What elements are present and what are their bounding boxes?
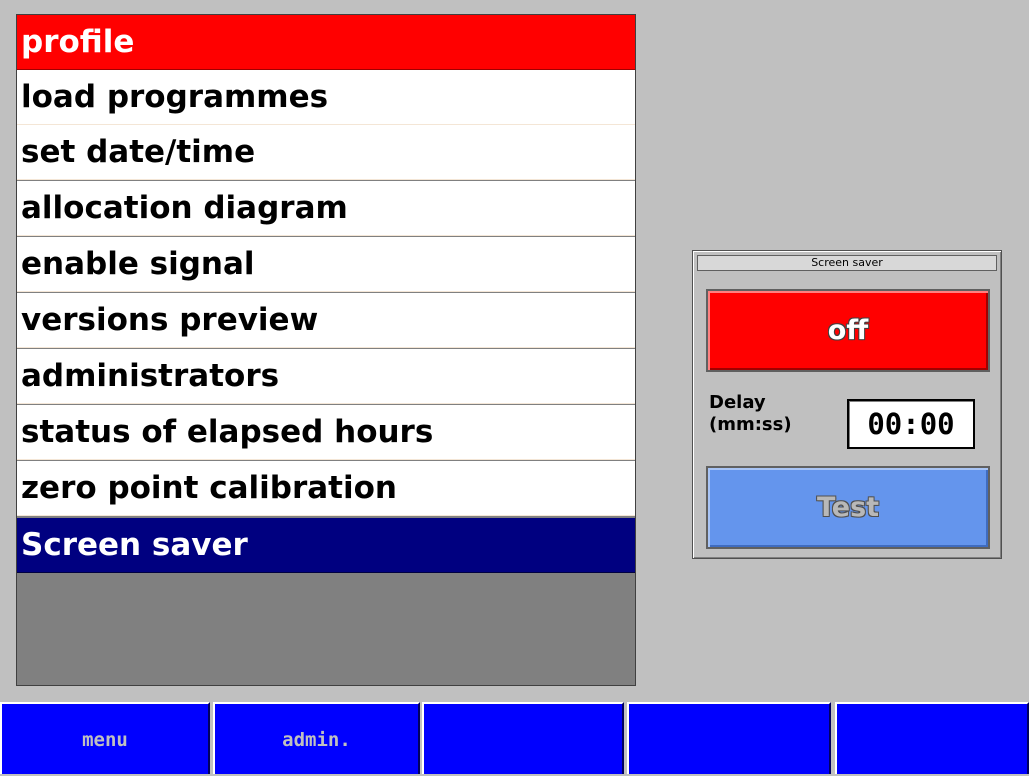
menu-item-enable-signal[interactable]: enable signal	[17, 237, 635, 292]
menu-item-zero-point-calibration[interactable]: zero point calibration	[17, 461, 635, 516]
menu-list: profile load programmes set date/time al…	[16, 14, 636, 686]
test-button[interactable]: Test	[706, 466, 990, 549]
menu-item-load-programmes[interactable]: load programmes	[17, 70, 635, 125]
function-key-5[interactable]	[835, 702, 1029, 774]
delay-input[interactable]: 00:00	[847, 399, 975, 449]
function-key-4[interactable]	[627, 702, 831, 774]
menu-item-set-date-time[interactable]: set date/time	[17, 125, 635, 180]
menu-item-versions-preview[interactable]: versions preview	[17, 293, 635, 348]
delay-label-line1: Delay	[709, 392, 766, 413]
function-key-bar: menu admin.	[0, 702, 1029, 774]
menu-key-button[interactable]: menu	[0, 702, 210, 774]
menu-item-allocation-diagram[interactable]: allocation diagram	[17, 181, 635, 236]
menu-item-status-of-elapsed-hours[interactable]: status of elapsed hours	[17, 405, 635, 460]
menu-item-administrators[interactable]: administrators	[17, 349, 635, 404]
screen-saver-panel: Screen saver off Delay (mm:ss) 00:00 Tes…	[692, 250, 1002, 559]
function-key-3[interactable]	[422, 702, 624, 774]
delay-label-line2: (mm:ss)	[709, 414, 792, 435]
delay-label: Delay (mm:ss)	[709, 392, 792, 436]
screen-saver-title: Screen saver	[697, 255, 997, 271]
menu-item-screen-saver[interactable]: Screen saver	[17, 518, 635, 573]
menu-header-profile[interactable]: profile	[17, 15, 635, 70]
admin-key-button[interactable]: admin.	[213, 702, 420, 774]
screen-saver-toggle-button[interactable]: off	[706, 289, 990, 372]
